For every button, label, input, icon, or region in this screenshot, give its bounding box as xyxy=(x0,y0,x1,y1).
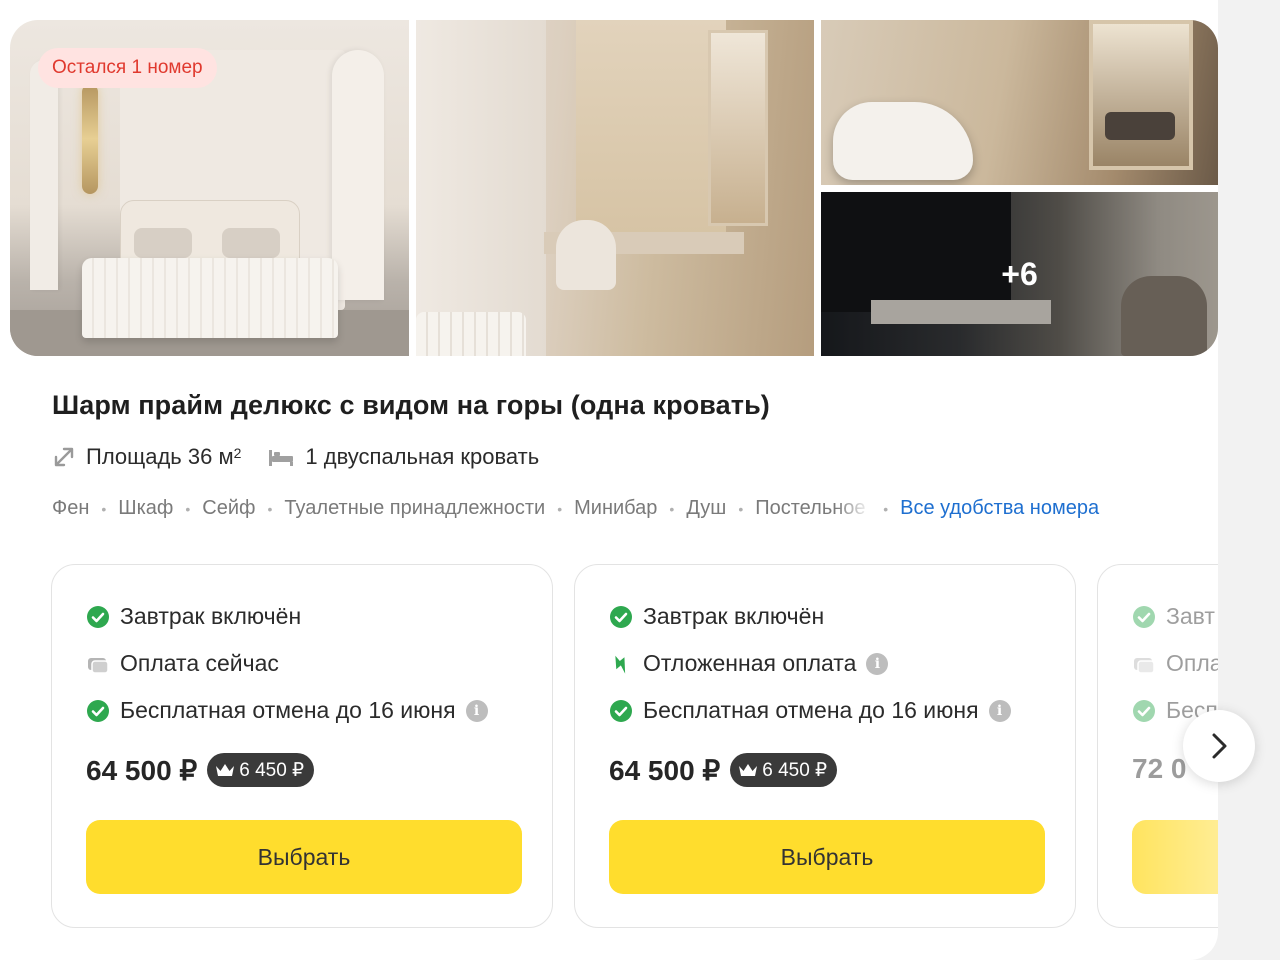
feature-breakfast: Завтрак включён xyxy=(609,603,824,630)
amenity-item: Душ xyxy=(686,497,727,519)
info-icon[interactable]: i xyxy=(988,699,1011,722)
feature-cancellation: Бесплатная отмена до 16 июня i xyxy=(86,697,488,724)
room-card: +6 Остался 1 номер Шарм прайм делюкс с в… xyxy=(0,0,1218,960)
check-circle-icon xyxy=(609,605,633,629)
crown-icon xyxy=(739,764,758,776)
card-icon xyxy=(1132,652,1156,676)
feature-text: Оплата сейчас xyxy=(120,650,279,676)
all-amenities-link[interactable]: Все удобства номера xyxy=(900,497,1099,520)
cashback-amount: 6 450 ₽ xyxy=(762,759,828,781)
cashback-amount: 6 450 ₽ xyxy=(239,759,305,781)
select-button[interactable]: Выбрать xyxy=(609,820,1045,894)
check-circle-icon xyxy=(86,699,110,723)
check-circle-icon xyxy=(609,699,633,723)
bed-icon xyxy=(269,450,294,466)
feature-payment: Опла xyxy=(1132,650,1218,677)
room-specs: Площадь 36 м2 1 двуспальная кровать xyxy=(52,444,565,470)
feature-breakfast: Завтрак включён xyxy=(86,603,301,630)
price-row: 64 500 ₽ 6 450 ₽ xyxy=(86,753,315,787)
feature-text: Бесплатная отмена до 16 июня xyxy=(120,697,456,723)
amenity-item: Фен xyxy=(52,497,90,519)
card-icon xyxy=(86,652,110,676)
amenity-item: Туалетные принадлежности xyxy=(284,497,546,519)
info-icon[interactable]: i xyxy=(866,652,889,675)
room-title: Шарм прайм делюкс с видом на горы (одна … xyxy=(52,390,770,420)
select-button[interactable]: Выбрать xyxy=(86,820,522,894)
feature-text: Завтрак включён xyxy=(120,603,302,629)
feature-text: Завт xyxy=(1166,603,1215,629)
feature-text: Завтрак включён xyxy=(643,603,825,629)
feature-breakfast: Завт xyxy=(1132,603,1215,630)
price-row: 64 500 ₽ 6 450 ₽ xyxy=(609,753,838,787)
bed-label: 1 двуспальная кровать xyxy=(305,444,540,469)
info-icon[interactable]: i xyxy=(465,699,488,722)
carousel-next-button[interactable] xyxy=(1183,710,1255,782)
amenity-item: Шкаф xyxy=(118,497,174,519)
area-label: Площадь 36 м xyxy=(86,444,234,469)
chevron-right-icon xyxy=(1212,733,1227,759)
check-circle-icon xyxy=(1132,699,1156,723)
price: 64 500 ₽ xyxy=(86,754,198,786)
area-sup: 2 xyxy=(233,445,242,461)
amenity-item: Сейф xyxy=(202,497,256,519)
photo-more[interactable]: +6 xyxy=(821,192,1218,356)
cashback-badge: 6 450 ₽ xyxy=(730,753,838,787)
photo-wardrobe-desk[interactable] xyxy=(416,20,814,356)
feature-text: Опла xyxy=(1166,650,1218,676)
feature-text: Отложенная оплата xyxy=(643,650,857,676)
price: 72 0 xyxy=(1132,753,1187,784)
feature-payment: Оплата сейчас xyxy=(86,650,279,677)
crown-icon xyxy=(216,764,235,776)
feature-payment: Отложенная оплата i xyxy=(609,650,889,677)
tariff-card: Завтрак включён Оплата сейчас Бесплатная… xyxy=(51,564,553,928)
deferred-payment-icon xyxy=(609,652,633,676)
more-photos-count[interactable]: +6 xyxy=(821,192,1218,356)
amenity-item: Постельное xyxy=(755,497,866,519)
bed-spec: 1 двуспальная кровать xyxy=(267,444,539,470)
price: 64 500 ₽ xyxy=(609,754,721,786)
tariff-card: Завтрак включён Отложенная оплата i Бесп… xyxy=(574,564,1076,928)
feature-cancellation: Бесплатная отмена до 16 июня i xyxy=(609,697,1011,724)
select-button[interactable] xyxy=(1132,820,1218,894)
photo-vanity-chair[interactable] xyxy=(821,20,1218,185)
cashback-badge: 6 450 ₽ xyxy=(207,753,315,787)
expand-arrows-icon xyxy=(54,447,74,467)
check-circle-icon xyxy=(86,605,110,629)
availability-badge: Остался 1 номер xyxy=(38,48,217,88)
amenities-list: Фен • Шкаф • Сейф • Туалетные принадлежност… xyxy=(52,497,1100,520)
check-circle-icon xyxy=(1132,605,1156,629)
feature-text: Бесплатная отмена до 16 июня xyxy=(643,697,979,723)
area-spec: Площадь 36 м2 xyxy=(52,444,241,470)
amenity-item: Минибар xyxy=(574,497,658,519)
